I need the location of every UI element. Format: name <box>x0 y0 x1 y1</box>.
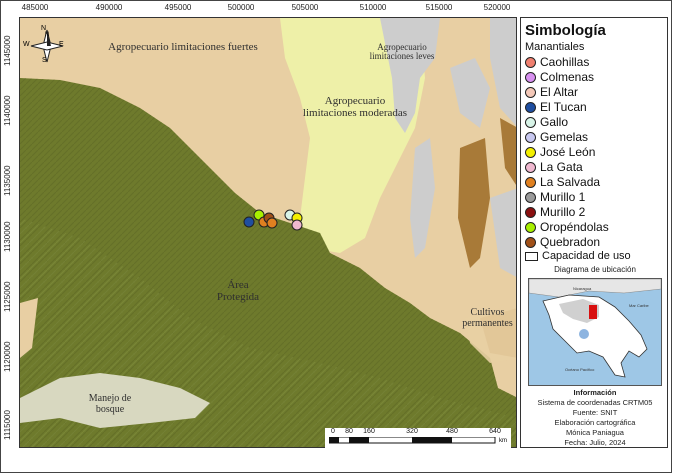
legend-item-label: Gemelas <box>540 130 589 144</box>
scale-label: 480 <box>446 428 458 435</box>
x-tick-label: 520000 <box>483 3 511 12</box>
legend-item: La Salvada <box>525 174 600 190</box>
legend-item-label: La Salvada <box>540 175 601 189</box>
inset-title: Diagrama de ubicación <box>554 265 636 274</box>
legend-item-label: El Tucan <box>540 100 587 114</box>
legend-swatch-icon <box>525 131 536 143</box>
legend-item-label: Caohillas <box>540 55 590 69</box>
x-tick-label: 505000 <box>291 3 319 12</box>
label-agro-fuertes: Agropecuario limitaciones fuertes <box>108 41 258 53</box>
legend-item: Gallo <box>525 114 568 130</box>
y-tick-label: 1135000 <box>3 165 12 196</box>
info-block: Información Sistema de coordenadas CRTM0… <box>521 388 669 448</box>
x-tick-label: 485000 <box>21 3 49 12</box>
legend-swatch-icon <box>525 71 536 83</box>
legend-swatch-icon <box>525 191 536 203</box>
scale-label: 80 <box>345 428 353 435</box>
legend-item: El Tucan <box>525 99 587 115</box>
y-tick-label: 1115000 <box>3 410 12 440</box>
info-line: Elaboración cartográfica <box>554 418 636 427</box>
spring-la-salvada[interactable] <box>266 217 278 229</box>
scale-label: 160 <box>363 428 375 435</box>
caribe-label: Mar Caribe <box>629 303 650 308</box>
south-letter: S <box>42 57 47 64</box>
capacity-swatch <box>525 251 538 261</box>
label-area-protegida: Área Protegida <box>216 279 260 303</box>
legend-title: Simbología <box>525 22 606 39</box>
legend-swatch-icon <box>525 176 536 188</box>
map-canvas[interactable]: N Agropecuario limitaciones fuertes Agro… <box>19 17 517 448</box>
legend-swatch-icon <box>525 56 536 68</box>
legend-item-label: La Gata <box>540 160 583 174</box>
legend-item-label: José León <box>540 145 596 159</box>
label-agro-moderadas: Agropecuario limitaciones moderadas <box>302 95 408 119</box>
legend-item-label: El Altar <box>540 85 579 99</box>
legend-swatch-icon <box>525 236 536 248</box>
legend-item: Oropéndolas <box>525 219 609 235</box>
scale-unit: km <box>499 438 507 444</box>
legend-item-label: Gallo <box>540 115 569 129</box>
legend-swatch-icon <box>525 206 536 218</box>
land-use-map <box>20 18 516 447</box>
legend-swatch-icon <box>525 161 536 173</box>
legend-item: La Gata <box>525 159 583 175</box>
scale-bar: 0 80 160 320 480 640 km <box>325 428 511 448</box>
spring-la-gata[interactable] <box>291 219 303 231</box>
legend-item-label: Murillo 1 <box>540 190 586 204</box>
north-letter: N <box>41 25 47 32</box>
scale-bar-graphic <box>329 437 496 444</box>
x-tick-label: 515000 <box>425 3 453 12</box>
legend-item: Colmenas <box>525 69 594 85</box>
legend-item-label: Colmenas <box>540 70 595 84</box>
label-manejo-bosque: Manejo de bosque <box>88 393 132 415</box>
legend-swatch-icon <box>525 146 536 158</box>
y-tick-label: 1145000 <box>3 35 12 66</box>
legend-item-label: Quebradon <box>540 235 601 249</box>
info-line: Sistema de coordenadas CRTM05 <box>537 398 653 407</box>
scale-label: 320 <box>406 428 418 435</box>
legend-swatch-icon <box>525 86 536 98</box>
legend-item: José León <box>525 144 595 160</box>
legend-swatch-icon <box>525 116 536 128</box>
info-line: Fecha: Julio, 2024 <box>564 438 626 447</box>
legend-capacity: Capacidad de uso <box>525 248 631 264</box>
costa-rica-map: Nicaragua Mar Caribe Océano Pacífico <box>529 279 661 385</box>
info-heading: Información <box>573 388 617 397</box>
legend-item-label: Murillo 2 <box>540 205 586 219</box>
legend-item: El Altar <box>525 84 578 100</box>
y-tick-label: 1140000 <box>3 95 12 126</box>
x-tick-label: 500000 <box>227 3 255 12</box>
x-tick-label: 510000 <box>359 3 387 12</box>
legend-item: Murillo 2 <box>525 204 585 220</box>
north-label: N <box>45 32 49 38</box>
legend-swatch-icon <box>525 101 536 113</box>
spring-el-tucan[interactable] <box>243 216 255 228</box>
legend-subtitle: Manantiales <box>525 41 585 53</box>
legend-panel: Simbología Manantiales Caohillas Colmenas… <box>520 17 668 448</box>
nicaragua-label: Nicaragua <box>573 286 592 291</box>
label-cultivos: Cultivos permanentes <box>462 307 513 329</box>
legend-item: Gemelas <box>525 129 588 145</box>
location-inset-map: Nicaragua Mar Caribe Océano Pacífico <box>528 278 662 386</box>
pacifico-label: Océano Pacífico <box>565 367 595 372</box>
scale-label: 0 <box>331 428 335 435</box>
legend-item-label: Oropéndolas <box>540 220 609 234</box>
y-tick-label: 1130000 <box>3 221 12 252</box>
scale-label: 640 <box>489 428 501 435</box>
x-tick-label: 490000 <box>95 3 123 12</box>
y-tick-label: 1120000 <box>3 341 12 372</box>
legend-swatch-icon <box>525 221 536 233</box>
label-agro-leves: Agropecuario limitaciones leves <box>369 42 435 62</box>
west-letter: W <box>23 41 30 48</box>
capacity-label: Capacidad de uso <box>542 250 631 262</box>
legend-item: Murillo 1 <box>525 189 585 205</box>
x-tick-label: 495000 <box>164 3 192 12</box>
east-letter: E <box>59 41 64 48</box>
y-tick-label: 1125000 <box>3 281 12 312</box>
info-line: Fuente: SNIT <box>572 408 618 417</box>
info-line: Mónica Paniagua <box>566 428 624 437</box>
legend-item: Caohillas <box>525 54 589 70</box>
